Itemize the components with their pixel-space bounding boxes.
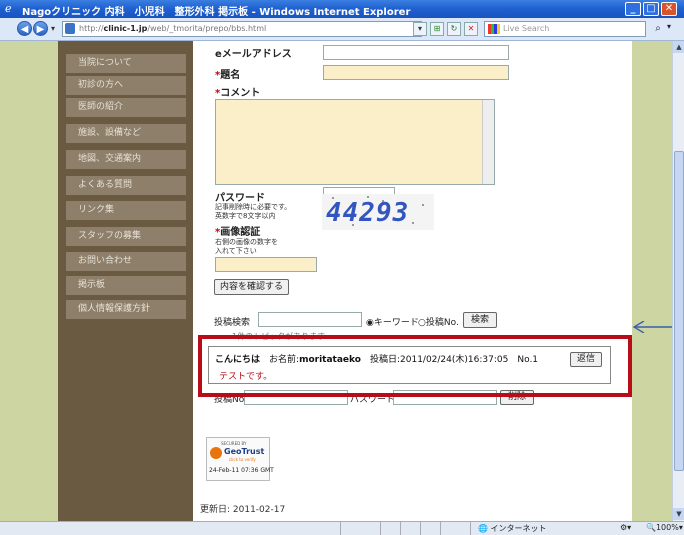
security-zone: 🌐 インターネット <box>478 524 547 533</box>
status-divider <box>400 522 401 535</box>
status-bar: 🌐 インターネット ⚙▾ 🔍100%▾ <box>0 521 684 535</box>
search-icon[interactable]: ⌕ <box>650 22 666 36</box>
sidebar-item-doctors[interactable]: 医師の紹介 <box>66 98 186 117</box>
close-button[interactable]: ✕ <box>661 2 677 16</box>
comment-label: *コメント <box>215 88 261 99</box>
live-search-logo-icon <box>488 24 500 34</box>
forward-arrow-icon[interactable]: ▶ <box>33 21 48 36</box>
captcha-label: *画像認証 <box>215 227 261 238</box>
search-button[interactable]: 検索 <box>463 312 497 328</box>
last-updated: 更新日: 2011-02-17 <box>200 505 286 515</box>
highlight-box <box>198 335 632 397</box>
comment-textarea[interactable] <box>215 99 495 185</box>
minimize-button[interactable]: _ <box>625 2 641 16</box>
email-label: eメールアドレス <box>215 49 292 60</box>
status-divider <box>420 522 421 535</box>
back-arrow-icon[interactable]: ◀ <box>17 21 32 36</box>
title-label: *題名 <box>215 70 241 81</box>
geotrust-secured-by: SECURED BY <box>221 441 247 446</box>
geotrust-logo-icon <box>210 447 222 459</box>
window-title-bar: ℯ Nagoクリニック 内科 小児科 整形外科 掲示板 - Windows In… <box>0 0 684 18</box>
scroll-up-icon[interactable]: ▲ <box>673 41 684 53</box>
confirm-button[interactable]: 内容を確認する <box>214 279 289 295</box>
sidebar-item-recruit[interactable]: スタッフの募集 <box>66 227 186 246</box>
status-divider <box>440 522 441 535</box>
page-icon <box>65 23 75 34</box>
geotrust-badge[interactable]: SECURED BY GeoTrust click to verify 24-F… <box>206 437 274 481</box>
zoom-level[interactable]: 🔍100%▾ <box>646 523 683 532</box>
number-radio[interactable]: ○投稿No. <box>418 315 459 328</box>
sidebar-item-privacy[interactable]: 個人情報保護方針 <box>66 300 186 319</box>
geotrust-verify: click to verify <box>229 457 256 462</box>
keyword-radio[interactable]: ◉キーワード <box>366 315 419 328</box>
sidebar-item-map[interactable]: 地図、交通案内 <box>66 150 186 169</box>
captcha-hint-2: 入れて下さい <box>215 247 257 255</box>
email-field[interactable] <box>323 45 509 60</box>
geotrust-date: 24-Feb-11 07:36 GMT <box>209 467 274 474</box>
web-page: 当院について 初診の方へ 医師の紹介 施設、設備など 地図、交通案内 よくある質… <box>0 41 672 521</box>
status-divider <box>470 522 471 535</box>
sidebar-item-facilities[interactable]: 施設、設備など <box>66 124 186 143</box>
address-text: http://clinic-1.jp/web/_tmorita/prepo/bb… <box>79 24 267 33</box>
sidebar-item-first-visit[interactable]: 初診の方へ <box>66 76 186 95</box>
post-search-input[interactable] <box>258 312 362 327</box>
history-dropdown-icon[interactable]: ▾ <box>51 24 55 33</box>
sidebar-item-links[interactable]: リンク集 <box>66 201 186 220</box>
address-input[interactable]: http://clinic-1.jp/web/_tmorita/prepo/bb… <box>62 21 422 37</box>
window-title: Nagoクリニック 内科 小児科 整形外科 掲示板 - Windows Inte… <box>22 7 411 18</box>
geotrust-brand: GeoTrust <box>224 447 265 456</box>
status-divider <box>340 522 341 535</box>
title-field[interactable] <box>323 65 509 80</box>
status-divider <box>380 522 381 535</box>
maximize-button[interactable]: □ <box>643 2 659 16</box>
right-background <box>632 41 672 521</box>
stop-icon[interactable]: ✕ <box>464 22 478 36</box>
password-hint-2: 英数字で8文字以内 <box>215 212 276 220</box>
search-options-icon[interactable]: ▾ <box>667 22 671 31</box>
sidebar-item-about[interactable]: 当院について <box>66 54 186 73</box>
sidebar-item-bbs[interactable]: 掲示板 <box>66 276 186 295</box>
captcha-digits: 44293 <box>326 198 410 228</box>
sidebar-item-faq[interactable]: よくある質問 <box>66 176 186 195</box>
ie-logo-icon: ℯ <box>5 2 12 15</box>
refresh-icon[interactable]: ↻ <box>447 22 461 36</box>
captcha-field[interactable] <box>215 257 317 272</box>
scroll-thumb[interactable] <box>674 151 684 471</box>
captcha-image: 44293 <box>322 194 434 230</box>
comment-scrollbar[interactable] <box>482 100 494 184</box>
scroll-down-icon[interactable]: ▼ <box>673 508 684 520</box>
search-placeholder: Live Search <box>503 24 550 33</box>
compat-view-icon[interactable]: ⊞ <box>430 22 444 36</box>
status-tools-icon[interactable]: ⚙▾ <box>620 523 631 532</box>
search-label: 投稿検索 <box>214 318 251 328</box>
address-dropdown-icon[interactable]: ▾ <box>413 22 427 36</box>
sidebar-item-contact[interactable]: お問い合わせ <box>66 252 186 271</box>
page-scrollbar[interactable]: ▲ ▼ <box>672 41 684 521</box>
search-input[interactable]: Live Search <box>484 21 646 37</box>
